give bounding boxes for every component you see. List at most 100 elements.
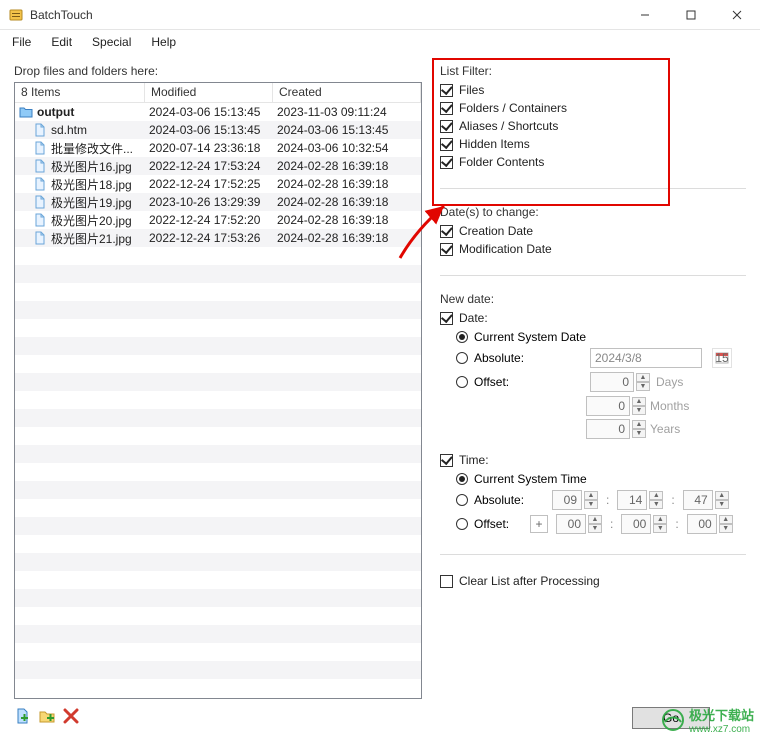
table-row-empty: [15, 373, 421, 391]
menu-edit[interactable]: Edit: [43, 33, 80, 51]
radio-absolute-time[interactable]: Absolute: ▲▼ : ▲▼ : ▲▼: [456, 490, 746, 510]
spin-up-icon[interactable]: ▲: [632, 397, 646, 406]
radio-current-date-label: Current System Date: [474, 330, 586, 344]
table-row-empty: [15, 553, 421, 571]
row-name: 极光图片20.jpg: [51, 212, 132, 229]
spin-up-icon[interactable]: ▲: [719, 515, 733, 524]
spin-up-icon[interactable]: ▲: [584, 491, 598, 500]
off-hour-spin[interactable]: ▲▼: [556, 514, 602, 534]
spin-up-icon[interactable]: ▲: [715, 491, 729, 500]
spin-down-icon[interactable]: ▼: [649, 500, 663, 509]
menu-help[interactable]: Help: [143, 33, 184, 51]
spin-down-icon[interactable]: ▼: [719, 524, 733, 533]
radio-current-date[interactable]: Current System Date: [456, 330, 746, 344]
close-button[interactable]: [714, 0, 760, 30]
radio-offset-date-label: Offset:: [474, 375, 584, 389]
spin-down-icon[interactable]: ▼: [653, 524, 667, 533]
checkbox-icon: [440, 138, 453, 151]
table-row-empty: [15, 535, 421, 553]
radio-absolute-date[interactable]: Absolute: 2024/3/8 15: [456, 348, 746, 368]
abs-min-input[interactable]: [617, 490, 647, 510]
offset-days-input[interactable]: [590, 372, 634, 392]
date-checkbox[interactable]: Date:: [440, 310, 746, 326]
window-title: BatchTouch: [30, 8, 622, 22]
spin-down-icon[interactable]: ▼: [715, 500, 729, 509]
radio-offset-date[interactable]: Offset: ▲▼ Days: [456, 372, 746, 392]
radio-offset-time[interactable]: Offset: + ▲▼ : ▲▼ : ▲▼: [456, 514, 746, 534]
radio-icon: [456, 473, 468, 485]
clear-list-label: Clear List after Processing: [459, 574, 600, 588]
table-row[interactable]: 极光图片20.jpg2022-12-24 17:52:202024-02-28 …: [15, 211, 421, 229]
offset-sign-button[interactable]: +: [530, 515, 548, 533]
off-min-input[interactable]: [621, 514, 651, 534]
watermark-url: www.xz7.com: [689, 724, 754, 735]
clear-list-checkbox[interactable]: Clear List after Processing: [440, 573, 746, 589]
date-checkbox-label: Date:: [459, 311, 488, 325]
table-row[interactable]: 极光图片16.jpg2022-12-24 17:53:242024-02-28 …: [15, 157, 421, 175]
off-sec-input[interactable]: [687, 514, 717, 534]
watermark-logo-icon: [661, 708, 685, 732]
radio-current-time[interactable]: Current System Time: [456, 472, 746, 486]
spin-up-icon[interactable]: ▲: [636, 373, 650, 382]
off-hour-input[interactable]: [556, 514, 586, 534]
add-file-button[interactable]: [14, 707, 32, 725]
offset-months-input[interactable]: [586, 396, 630, 416]
offset-days-spin[interactable]: ▲▼: [590, 372, 650, 392]
filter-folders[interactable]: Folders / Containers: [440, 100, 746, 116]
filter-files[interactable]: Files: [440, 82, 746, 98]
col-modified[interactable]: Modified: [145, 83, 273, 102]
filter-contents[interactable]: Folder Contents: [440, 154, 746, 170]
table-row[interactable]: sd.htm2024-03-06 15:13:452024-03-06 15:1…: [15, 121, 421, 139]
maximize-button[interactable]: [668, 0, 714, 30]
offset-years-spin[interactable]: ▲▼: [586, 419, 646, 439]
menu-file[interactable]: File: [4, 33, 39, 51]
spin-up-icon[interactable]: ▲: [632, 420, 646, 429]
spin-down-icon[interactable]: ▼: [632, 429, 646, 438]
table-row[interactable]: 批量修改文件...2020-07-14 23:36:182024-03-06 1…: [15, 139, 421, 157]
add-folder-button[interactable]: [38, 707, 56, 725]
offset-months-spin[interactable]: ▲▼: [586, 396, 646, 416]
col-created[interactable]: Created: [273, 83, 421, 102]
table-row-empty: [15, 337, 421, 355]
spin-up-icon[interactable]: ▲: [649, 491, 663, 500]
checkbox-icon: [440, 120, 453, 133]
radio-absolute-date-label: Absolute:: [474, 351, 584, 365]
menu-special[interactable]: Special: [84, 33, 139, 51]
minimize-button[interactable]: [622, 0, 668, 30]
delete-button[interactable]: [62, 707, 80, 725]
spin-down-icon[interactable]: ▼: [632, 406, 646, 415]
absolute-date-input[interactable]: 2024/3/8: [590, 348, 702, 368]
table-row-empty: [15, 661, 421, 679]
spin-down-icon[interactable]: ▼: [636, 382, 650, 391]
offset-years-label: Years: [650, 422, 698, 436]
abs-min-spin[interactable]: ▲▼: [617, 490, 663, 510]
filter-hidden[interactable]: Hidden Items: [440, 136, 746, 152]
spin-down-icon[interactable]: ▼: [588, 524, 602, 533]
abs-hour-input[interactable]: [552, 490, 582, 510]
time-sep: :: [610, 517, 613, 531]
abs-sec-input[interactable]: [683, 490, 713, 510]
table-row[interactable]: 极光图片21.jpg2022-12-24 17:53:262024-02-28 …: [15, 229, 421, 247]
time-checkbox[interactable]: Time:: [440, 452, 746, 468]
filter-folders-label: Folders / Containers: [459, 101, 567, 115]
table-row[interactable]: output2024-03-06 15:13:452023-11-03 09:1…: [15, 103, 421, 121]
col-items[interactable]: 8 Items: [15, 83, 145, 102]
calendar-icon[interactable]: 15: [712, 348, 732, 368]
spin-up-icon[interactable]: ▲: [588, 515, 602, 524]
change-modification[interactable]: Modification Date: [440, 241, 746, 257]
spin-up-icon[interactable]: ▲: [653, 515, 667, 524]
spin-down-icon[interactable]: ▼: [584, 500, 598, 509]
filter-aliases[interactable]: Aliases / Shortcuts: [440, 118, 746, 134]
filter-files-label: Files: [459, 83, 484, 97]
off-sec-spin[interactable]: ▲▼: [687, 514, 733, 534]
abs-hour-spin[interactable]: ▲▼: [552, 490, 598, 510]
change-creation[interactable]: Creation Date: [440, 223, 746, 239]
off-min-spin[interactable]: ▲▼: [621, 514, 667, 534]
offset-years-input[interactable]: [586, 419, 630, 439]
abs-sec-spin[interactable]: ▲▼: [683, 490, 729, 510]
radio-icon: [456, 376, 468, 388]
folder-icon: [19, 105, 33, 119]
table-row[interactable]: 极光图片18.jpg2022-12-24 17:52:252024-02-28 …: [15, 175, 421, 193]
table-row[interactable]: 极光图片19.jpg2023-10-26 13:29:392024-02-28 …: [15, 193, 421, 211]
list-filter-title: List Filter:: [440, 64, 746, 78]
